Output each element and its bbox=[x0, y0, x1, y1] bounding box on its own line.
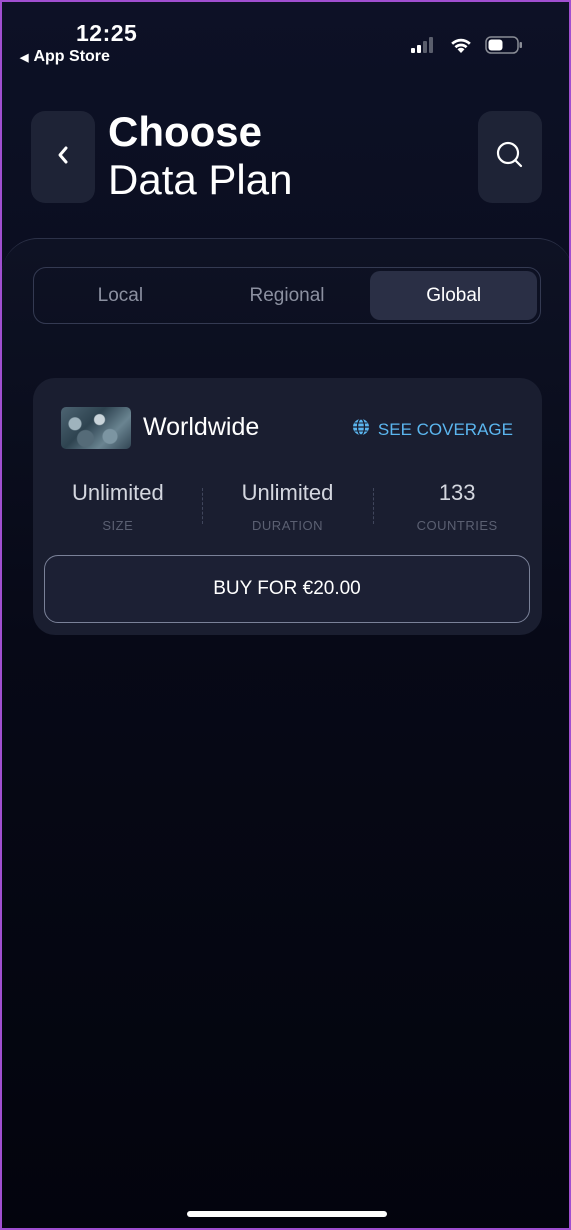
globe-icon bbox=[352, 418, 370, 441]
stat-size: Unlimited SIZE bbox=[33, 480, 203, 533]
buy-button[interactable]: BUY FOR €20.00 bbox=[44, 555, 530, 623]
page-title-bold: Choose bbox=[108, 108, 263, 155]
plan-card: Worldwide SEE COVERAGE Unlimited SIZE Un… bbox=[33, 378, 542, 635]
search-icon bbox=[495, 140, 525, 175]
back-app-label: App Store bbox=[33, 48, 110, 65]
tab-regional[interactable]: Regional bbox=[204, 271, 371, 320]
stat-size-value: Unlimited bbox=[71, 480, 164, 505]
back-triangle-icon: ◀ bbox=[20, 51, 29, 64]
page-title-light: Data Plan bbox=[108, 156, 293, 203]
back-button[interactable] bbox=[31, 111, 95, 203]
see-coverage-link[interactable]: SEE COVERAGE bbox=[352, 418, 513, 441]
status-time: 12:25 bbox=[76, 20, 138, 46]
stat-size-label: SIZE bbox=[102, 518, 134, 533]
wifi-icon bbox=[449, 36, 473, 59]
battery-icon bbox=[485, 36, 523, 59]
stat-duration-value: Unlimited bbox=[241, 480, 334, 505]
plan-type-tabs: Local Regional Global bbox=[33, 267, 541, 324]
page-title: Choose Data Plan bbox=[108, 109, 292, 201]
stat-countries: 133 COUNTRIES bbox=[372, 480, 542, 533]
stat-divider bbox=[373, 488, 375, 524]
home-indicator bbox=[187, 1211, 387, 1217]
chevron-left-icon bbox=[56, 145, 70, 170]
worldwide-flag-image bbox=[61, 407, 131, 449]
search-button[interactable] bbox=[478, 111, 542, 203]
cellular-signal-icon bbox=[411, 37, 437, 58]
back-to-app-link[interactable]: ◀ App Store bbox=[20, 48, 110, 66]
stat-countries-label: COUNTRIES bbox=[416, 518, 498, 533]
stat-duration-label: DURATION bbox=[252, 518, 323, 533]
tab-local[interactable]: Local bbox=[37, 271, 204, 320]
see-coverage-label: SEE COVERAGE bbox=[377, 419, 513, 439]
tab-global[interactable]: Global bbox=[370, 271, 538, 320]
plan-name: Worldwide bbox=[143, 413, 260, 441]
plan-stats: Unlimited SIZE Unlimited DURATION 133 CO… bbox=[33, 480, 542, 533]
stat-duration: Unlimited DURATION bbox=[203, 480, 373, 533]
stat-countries-value: 133 bbox=[438, 480, 476, 505]
screen: 12:25 ◀ App Store Choose Data Plan Local… bbox=[0, 0, 571, 1230]
stat-divider bbox=[202, 488, 204, 524]
status-icons bbox=[411, 36, 523, 59]
